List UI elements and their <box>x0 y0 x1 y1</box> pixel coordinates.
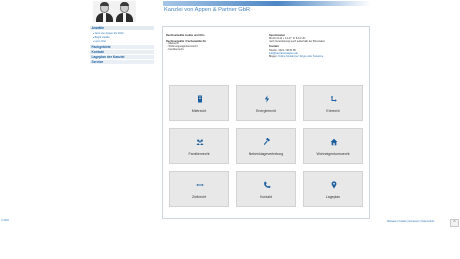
attorneys-photo <box>93 1 136 22</box>
tile-erbrecht[interactable]: Erbrecht <box>303 85 363 121</box>
tile-kontakt[interactable]: Kontakt <box>236 171 296 207</box>
practice-area: Familienrecht <box>166 48 266 52</box>
gavel-icon <box>263 137 271 146</box>
tile-energierecht[interactable]: Energierecht <box>236 85 296 121</box>
attorney-portrait-left <box>95 2 114 22</box>
footer-links[interactable]: Startseite | Kontakt | Impressum | Daten… <box>387 221 434 223</box>
header-gradient-bar <box>163 1 371 6</box>
lightning-icon <box>263 95 271 103</box>
tile-familienrecht[interactable]: Familienrecht <box>169 128 229 164</box>
map-pin-icon <box>330 181 338 189</box>
sidebar-subnav: Jens von Appen bis 2012 Birgitt Liedke L… <box>90 31 154 45</box>
contact-info: Sprechzeiten Mo-Do 8-12 + 14-17; Fr 8-12… <box>269 34 369 58</box>
practice-subtitle: Rechtsanwälte Liedke und Otto <box>166 34 205 37</box>
chevron-up-icon: ⌃ <box>452 220 457 226</box>
tile-lageplan[interactable]: Lageplan <box>303 171 363 207</box>
attorney-portrait-right <box>115 2 134 22</box>
tile-wohneigentumsrecht[interactable]: Wohneigentumsrecht <box>303 128 363 164</box>
online-contact-line: Blogen: Online Kontakt per Skype oder Fa… <box>269 55 369 58</box>
tile-label: Lageplan <box>325 195 341 199</box>
arrows-horizontal-icon <box>196 181 204 189</box>
tile-label: Nebenklagevertretung <box>248 152 284 156</box>
tile-zivilrecht[interactable]: Zivilrecht <box>169 171 229 207</box>
tile-label: Erbrecht <box>326 109 340 113</box>
tile-label: Kontakt <box>260 195 272 199</box>
tile-label: Energierecht <box>256 109 276 113</box>
tile-label: Wohneigentumsrecht <box>316 152 350 156</box>
tile-label: Zivilrecht <box>191 195 206 199</box>
sidebar-nav: Anwälte Jens von Appen bis 2012 Birgitt … <box>90 26 154 66</box>
sidebar-subitem-otto[interactable]: Leon Otto <box>93 40 154 44</box>
scroll-to-top-button[interactable]: ⌃ <box>450 219 459 227</box>
tile-label: Familienrecht <box>188 152 210 156</box>
tile-mietrecht[interactable]: Mietrecht <box>169 85 229 121</box>
sidebar-item-service[interactable]: Service <box>90 60 154 66</box>
home-icon <box>330 138 338 146</box>
practice-info: Rechtsanwälte Liedke und Otto Rechtsanwä… <box>166 34 266 52</box>
family-icon <box>196 138 204 146</box>
tile-nebenklagevertretung[interactable]: Nebenklagevertretung <box>236 128 296 164</box>
online-contact-link[interactable]: Online Kontakt per Skype oder Facetime <box>278 55 323 58</box>
page-title: Kanzlei von Appen & Partner GbR <box>164 7 250 13</box>
online-contact-prefix: Blogen: <box>269 54 278 58</box>
building-icon <box>196 95 204 103</box>
footer-copyright: © 2024 <box>1 219 9 222</box>
tile-label: Mietrecht <box>191 109 207 113</box>
main-content: Rechtsanwälte Liedke und Otto Rechtsanwä… <box>162 26 370 219</box>
phone-icon <box>263 181 271 189</box>
arrows-icon <box>330 95 338 103</box>
